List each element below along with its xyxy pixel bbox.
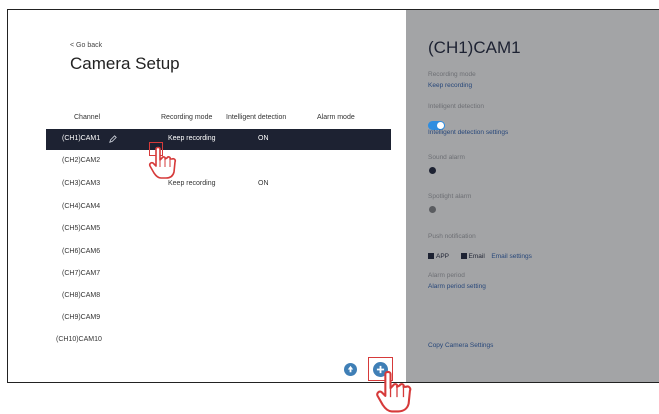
edit-pencil-icon[interactable]	[109, 135, 117, 143]
spotlight-alarm-label: Spotlight alarm	[428, 193, 472, 200]
email-label: Email	[468, 253, 485, 260]
app-window: < Go back Camera Setup Channel Recording…	[7, 9, 659, 383]
upload-icon[interactable]	[344, 363, 357, 376]
table-row[interactable]: (CH2)CAM2	[46, 151, 391, 172]
channel-cell: (CH5)CAM5	[62, 225, 101, 232]
spotlight-alarm-toggle[interactable]	[429, 206, 436, 213]
intelligent-detection-cell: ON	[258, 180, 269, 187]
table-row[interactable]: (CH5)CAM5	[46, 219, 391, 240]
camera-detail-panel: (CH1)CAM1 Recording mode Keep recording …	[406, 10, 659, 382]
intelligent-detection-settings-link[interactable]: Intelligent detection settings	[428, 129, 508, 136]
channel-cell: (CH1)CAM1	[62, 135, 101, 142]
channel-cell: (CH10)CAM10	[56, 336, 102, 343]
table-row[interactable]: (CH6)CAM6	[46, 242, 391, 263]
channel-cell: (CH9)CAM9	[62, 314, 101, 321]
app-checkbox[interactable]	[428, 253, 434, 259]
column-header-recording-mode: Recording mode	[161, 114, 213, 121]
push-notification-label: Push notification	[428, 233, 476, 240]
alarm-period-label: Alarm period	[428, 272, 465, 279]
channel-cell: (CH2)CAM2	[62, 157, 101, 164]
recording-mode-value[interactable]: Keep recording	[428, 82, 472, 89]
alarm-period-setting-link[interactable]: Alarm period setting	[428, 283, 486, 290]
table-row[interactable]: (CH4)CAM4	[46, 197, 391, 218]
panel-title: (CH1)CAM1	[428, 38, 521, 57]
table-row[interactable]: (CH10)CAM10	[46, 330, 391, 351]
recording-mode-label: Recording mode	[428, 71, 476, 78]
go-back-link[interactable]: < Go back	[70, 42, 102, 49]
camera-list-pane: < Go back Camera Setup Channel Recording…	[8, 10, 406, 382]
column-header-channel: Channel	[74, 114, 101, 121]
sound-alarm-toggle[interactable]	[429, 167, 436, 174]
pointer-hand-icon	[376, 370, 412, 413]
recording-mode-cell: Keep recording	[168, 135, 216, 142]
table-row[interactable]: (CH7)CAM7	[46, 264, 391, 285]
table-row[interactable]: (CH9)CAM9	[46, 308, 391, 329]
copy-camera-settings-link[interactable]: Copy Camera Settings	[428, 342, 493, 349]
channel-cell: (CH6)CAM6	[62, 248, 101, 255]
channel-cell: (CH4)CAM4	[62, 203, 101, 210]
channel-cell: (CH8)CAM8	[62, 292, 101, 299]
table-row-selected[interactable]: (CH1)CAM1 Keep recording ON	[46, 129, 391, 150]
column-header-alarm-mode: Alarm mode	[317, 114, 355, 121]
channel-cell: (CH3)CAM3	[62, 180, 101, 187]
column-header-intelligent-detection: Intelligent detection	[226, 114, 287, 121]
email-settings-link[interactable]: Email settings	[491, 253, 531, 260]
recording-mode-cell: Keep recording	[168, 180, 216, 187]
page-title: Camera Setup	[70, 54, 180, 73]
app-label: APP	[436, 253, 449, 260]
intelligent-detection-cell: ON	[258, 135, 269, 142]
push-notification-options: APP Email Email settings	[428, 253, 532, 260]
intelligent-detection-label: Intelligent detection	[428, 103, 485, 110]
sound-alarm-label: Sound alarm	[428, 154, 465, 161]
email-checkbox[interactable]	[460, 253, 467, 259]
channel-cell: (CH7)CAM7	[62, 270, 101, 277]
table-row[interactable]: (CH8)CAM8	[46, 286, 391, 307]
pointer-hand-icon	[148, 146, 177, 179]
table-row[interactable]: (CH3)CAM3 Keep recording ON	[46, 174, 391, 195]
